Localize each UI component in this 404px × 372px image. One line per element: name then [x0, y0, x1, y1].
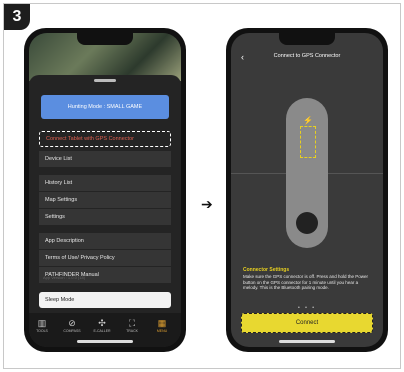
left-phone-screen: Hunting Mode : SMALL GAME Connect Tablet…	[29, 33, 181, 347]
connect-button[interactable]: Connect	[241, 313, 373, 333]
device-sensor	[296, 212, 318, 234]
connector-settings-title: Connector Settings	[243, 267, 290, 273]
tab-label: E-CALLER	[93, 329, 111, 333]
menu-item-terms[interactable]: Terms of Use/ Privacy Policy	[39, 250, 171, 266]
tab-label: TOOLS	[36, 329, 48, 333]
ecaller-icon: ✣	[98, 318, 106, 328]
hunting-mode-button[interactable]: Hunting Mode : SMALL GAME	[41, 95, 169, 119]
menu-item-map-settings[interactable]: Map Settings	[39, 192, 171, 208]
track-icon: ⛶	[128, 318, 136, 328]
gps-connector-illustration: ⚡	[286, 98, 328, 248]
map-icon: ▥	[37, 318, 47, 328]
tab-label: MENU	[156, 329, 168, 333]
compass-icon: ⊘	[68, 318, 76, 328]
menu-item-app-description[interactable]: App Description	[39, 233, 171, 249]
tab-compass[interactable]: ⊘ COMPASS	[61, 317, 83, 333]
power-indicator-icon: ⚡	[303, 116, 313, 125]
tab-track[interactable]: ⛶ TRACK	[121, 317, 143, 333]
connector-settings-body: Make sure the GPS connector is off. Pres…	[243, 274, 368, 290]
tab-label: TRACK	[126, 329, 138, 333]
tab-tools[interactable]: ▥ TOOLS	[31, 317, 53, 333]
phone-notch	[77, 33, 133, 45]
page-title: Connect to GPS Connector	[273, 53, 341, 59]
tab-menu[interactable]: ▦ MENU	[151, 317, 173, 333]
step-panel: 3 Hunting Mode : SMALL GAME Connect Tabl…	[3, 3, 401, 369]
tab-ecaller[interactable]: ✣ E-CALLER	[91, 317, 113, 333]
home-indicator	[279, 340, 335, 343]
menu-item-history-list[interactable]: History List	[39, 175, 171, 191]
tab-label: COMPASS	[63, 329, 81, 333]
sheet-grabber[interactable]	[94, 79, 116, 82]
power-button-highlight	[300, 126, 316, 158]
menu-item-settings[interactable]: Settings	[39, 209, 171, 225]
right-phone: ‹ Connect to GPS Connector ⚡ Connector S…	[226, 28, 388, 352]
phone-notch	[279, 33, 335, 45]
left-phone: Hunting Mode : SMALL GAME Connect Tablet…	[24, 28, 186, 352]
arrow-right-icon: ➔	[201, 196, 213, 212]
menu-item-device-list[interactable]: Device List	[39, 151, 171, 167]
connect-gps-menu-item[interactable]: Connect Tablet with GPS Connector	[39, 131, 171, 147]
menu-sheet: Hunting Mode : SMALL GAME Connect Tablet…	[29, 75, 181, 347]
right-phone-screen: ‹ Connect to GPS Connector ⚡ Connector S…	[231, 33, 383, 347]
sleep-mode-button[interactable]: Sleep Mode	[39, 292, 171, 308]
home-indicator	[77, 340, 133, 343]
step-number: 3	[4, 4, 30, 30]
page-indicator[interactable]: • • •	[231, 305, 383, 311]
app-version: App Version : 1.0.0 (18)	[43, 275, 86, 280]
menu-icon: ▦	[157, 318, 167, 328]
